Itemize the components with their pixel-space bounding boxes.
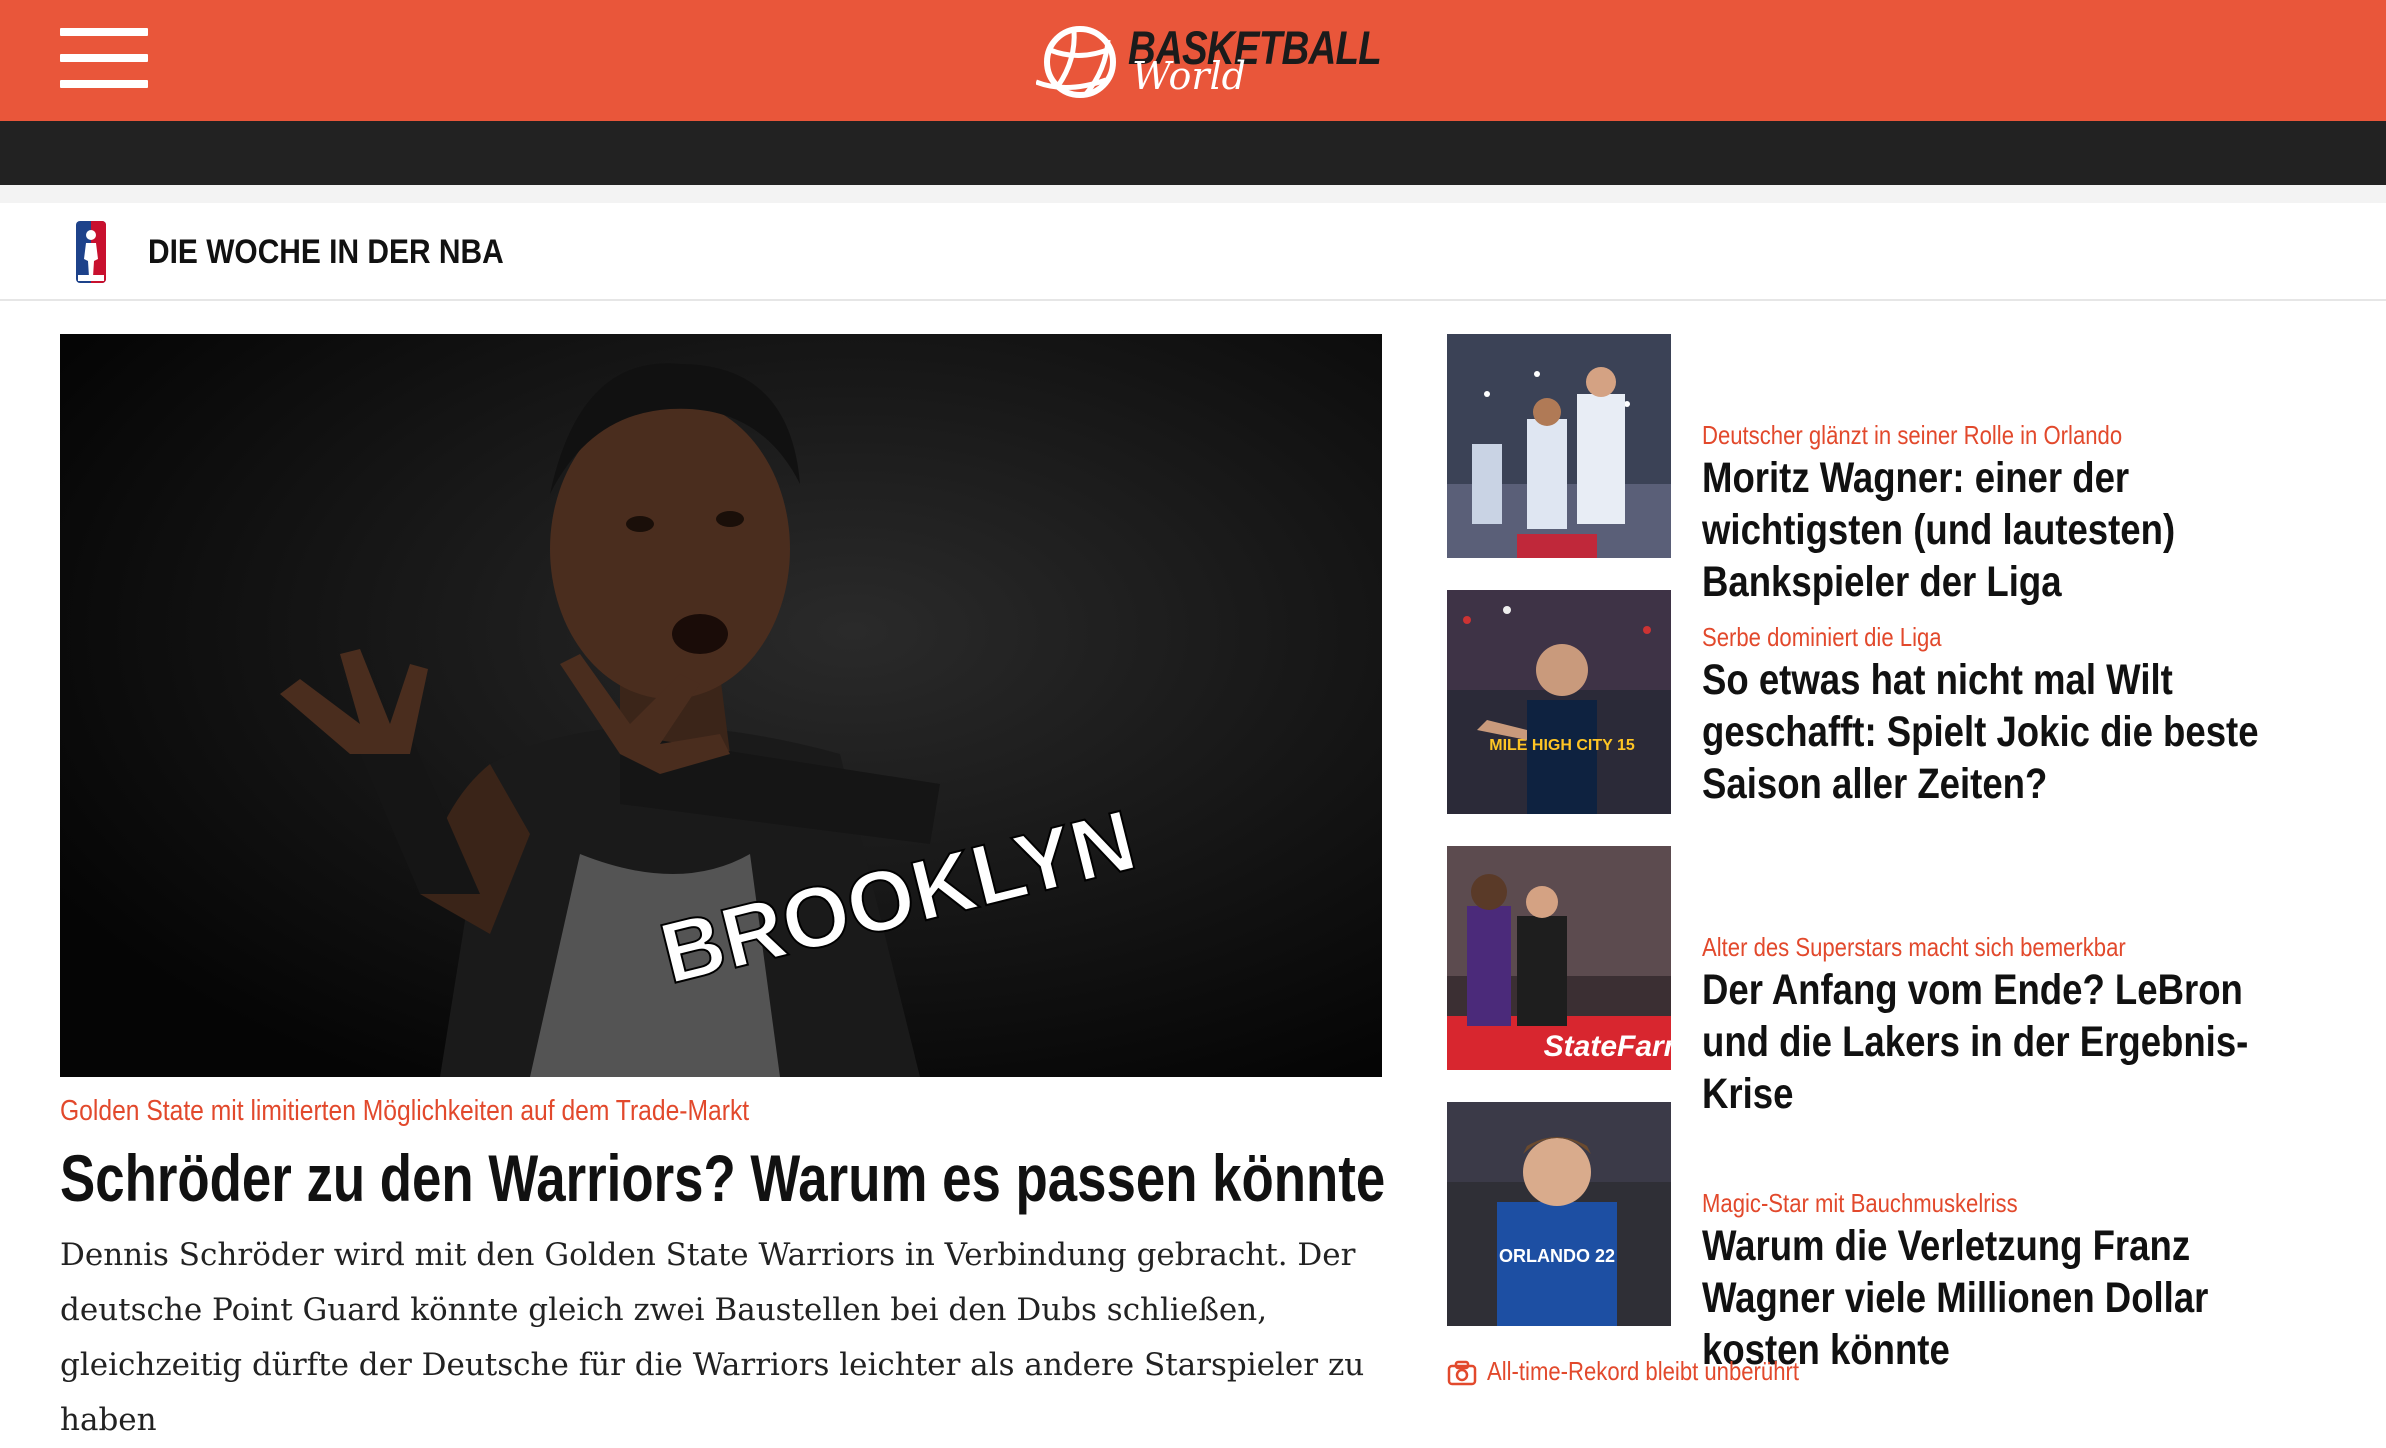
article-kicker[interactable]: All-time-Rekord bleibt unberührt (1487, 1356, 1799, 1387)
site-logo[interactable]: BASKETBALL World (1036, 14, 1382, 104)
article-thumbnail[interactable]: MILE HIGH CITY 15 (1447, 590, 1671, 814)
article-kicker[interactable]: Magic-Star mit Bauchmuskelriss (1702, 1188, 2018, 1219)
thumb-jersey-text: ORLANDO 22 (1499, 1246, 1615, 1266)
nav-bar (0, 121, 2386, 185)
article-kicker[interactable]: Serbe dominiert die Liga (1702, 622, 1942, 653)
nba-logo-icon (76, 221, 106, 283)
article-title[interactable]: So etwas hat nicht mal Wilt geschafft: S… (1702, 654, 2263, 810)
side-article-1[interactable]: Deutscher glänzt in seiner Rolle in Orla… (1447, 334, 2347, 606)
thumb-ad-text: StateFarm (1544, 1030, 1671, 1063)
hero-kicker[interactable]: Golden State mit limitierten Möglichkeit… (60, 1095, 1191, 1128)
side-article-2[interactable]: MILE HIGH CITY 15 Serbe dominiert die Li… (1447, 590, 2347, 814)
hamburger-menu-icon[interactable] (60, 28, 148, 88)
camera-icon (1447, 1360, 1477, 1386)
basketball-icon (1036, 26, 1116, 98)
hero-image[interactable]: BROOKLYN (60, 334, 1382, 1077)
hero-title[interactable]: Schröder zu den Warriors? Warum es passe… (60, 1142, 1385, 1215)
article-title[interactable]: Moritz Wagner: einer der wichtigsten (un… (1702, 452, 2263, 608)
article-kicker[interactable]: Alter des Superstars macht sich bemerkba… (1702, 932, 2126, 963)
article-thumbnail[interactable]: StateFarm (1447, 846, 1671, 1070)
section-header: DIE WOCHE IN DER NBA (0, 203, 2386, 301)
logo-subword: World (1132, 54, 1246, 98)
article-title[interactable]: Der Anfang vom Ende? LeBron und die Lake… (1702, 964, 2263, 1120)
divider (0, 185, 2386, 203)
thumb-jersey-text: MILE HIGH CITY 15 (1489, 737, 1635, 754)
section-title[interactable]: DIE WOCHE IN DER NBA (148, 233, 504, 272)
article-kicker[interactable]: Deutscher glänzt in seiner Rolle in Orla… (1702, 420, 2122, 451)
article-title[interactable]: Warum die Verletzung Franz Wagner viele … (1702, 1220, 2263, 1376)
hero-lead: Dennis Schröder wird mit den Golden Stat… (60, 1237, 1365, 1438)
article-thumbnail[interactable]: ORLANDO 22 (1447, 1102, 1671, 1326)
article-thumbnail[interactable] (1447, 334, 1671, 558)
side-article-5[interactable]: All-time-Rekord bleibt unberührt (1447, 1356, 2347, 1396)
site-header: BASKETBALL World (0, 0, 2386, 121)
side-article-3[interactable]: StateFarm Alter des Superstars macht sic… (1447, 846, 2347, 1118)
side-article-4[interactable]: ORLANDO 22 Magic-Star mit Bauchmuskelris… (1447, 1102, 2347, 1374)
